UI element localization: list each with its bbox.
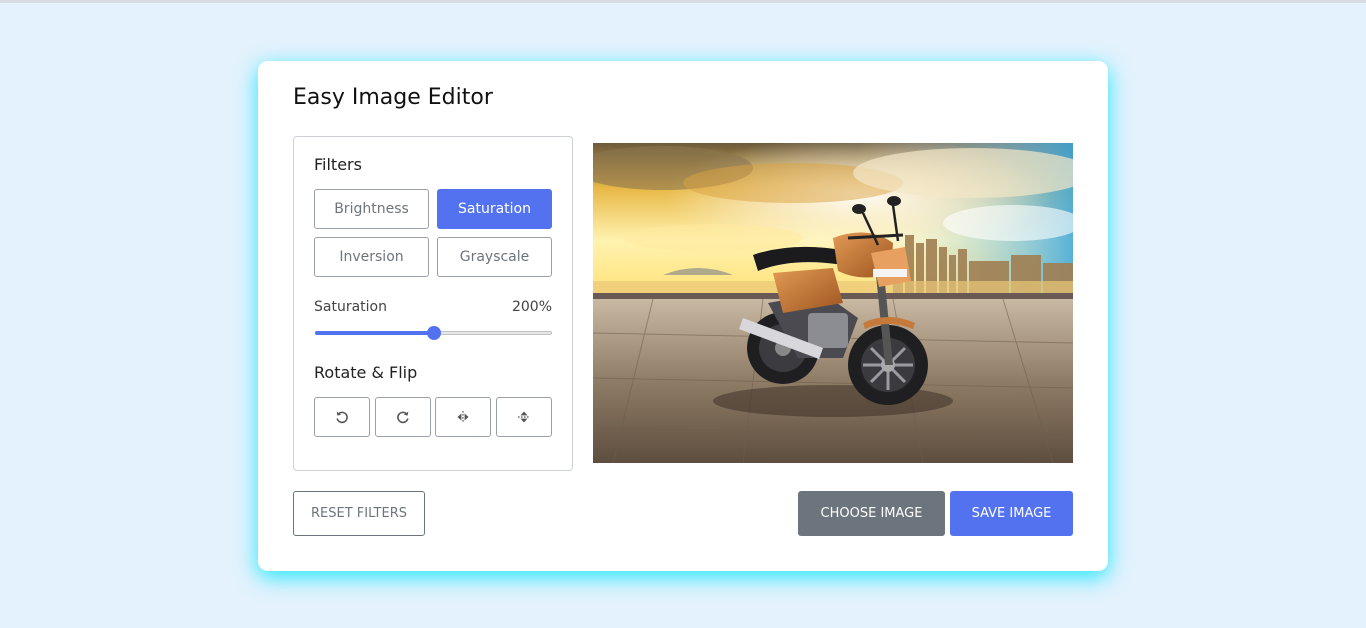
brightness-button[interactable]: Brightness [314,189,429,229]
slider-fill [315,331,434,335]
image-preview [593,143,1073,463]
slider-name: Saturation [314,299,387,315]
flip-vertical-button[interactable] [496,397,552,437]
flip-vertical-icon [518,411,530,423]
preview-image [593,143,1073,463]
rotate-left-button[interactable] [314,397,370,437]
editor-panel: Filters Brightness Saturation Inversion … [293,136,573,471]
rotate-right-icon [397,411,409,424]
grayscale-button[interactable]: Grayscale [437,237,552,277]
flip-horizontal-button[interactable] [435,397,491,437]
rotate-flip-label: Rotate & Flip [314,363,418,382]
inversion-button[interactable]: Inversion [314,237,429,277]
saturation-button[interactable]: Saturation [437,189,552,229]
reset-filters-button[interactable]: RESET FILTERS [293,491,425,536]
slider-value: 200% [511,299,552,315]
browser-top-border [0,0,1366,3]
choose-image-button[interactable]: CHOOSE IMAGE [798,491,945,536]
editor-card: Easy Image Editor Filters Brightness Sat… [258,61,1108,571]
filters-label: Filters [314,155,362,174]
page-title: Easy Image Editor [293,85,493,110]
slider-thumb[interactable] [426,326,441,340]
rotate-left-icon [336,411,348,424]
rotate-right-button[interactable] [375,397,431,437]
flip-horizontal-icon [457,411,469,423]
save-image-button[interactable]: SAVE IMAGE [950,491,1073,536]
saturation-slider[interactable] [315,326,552,340]
